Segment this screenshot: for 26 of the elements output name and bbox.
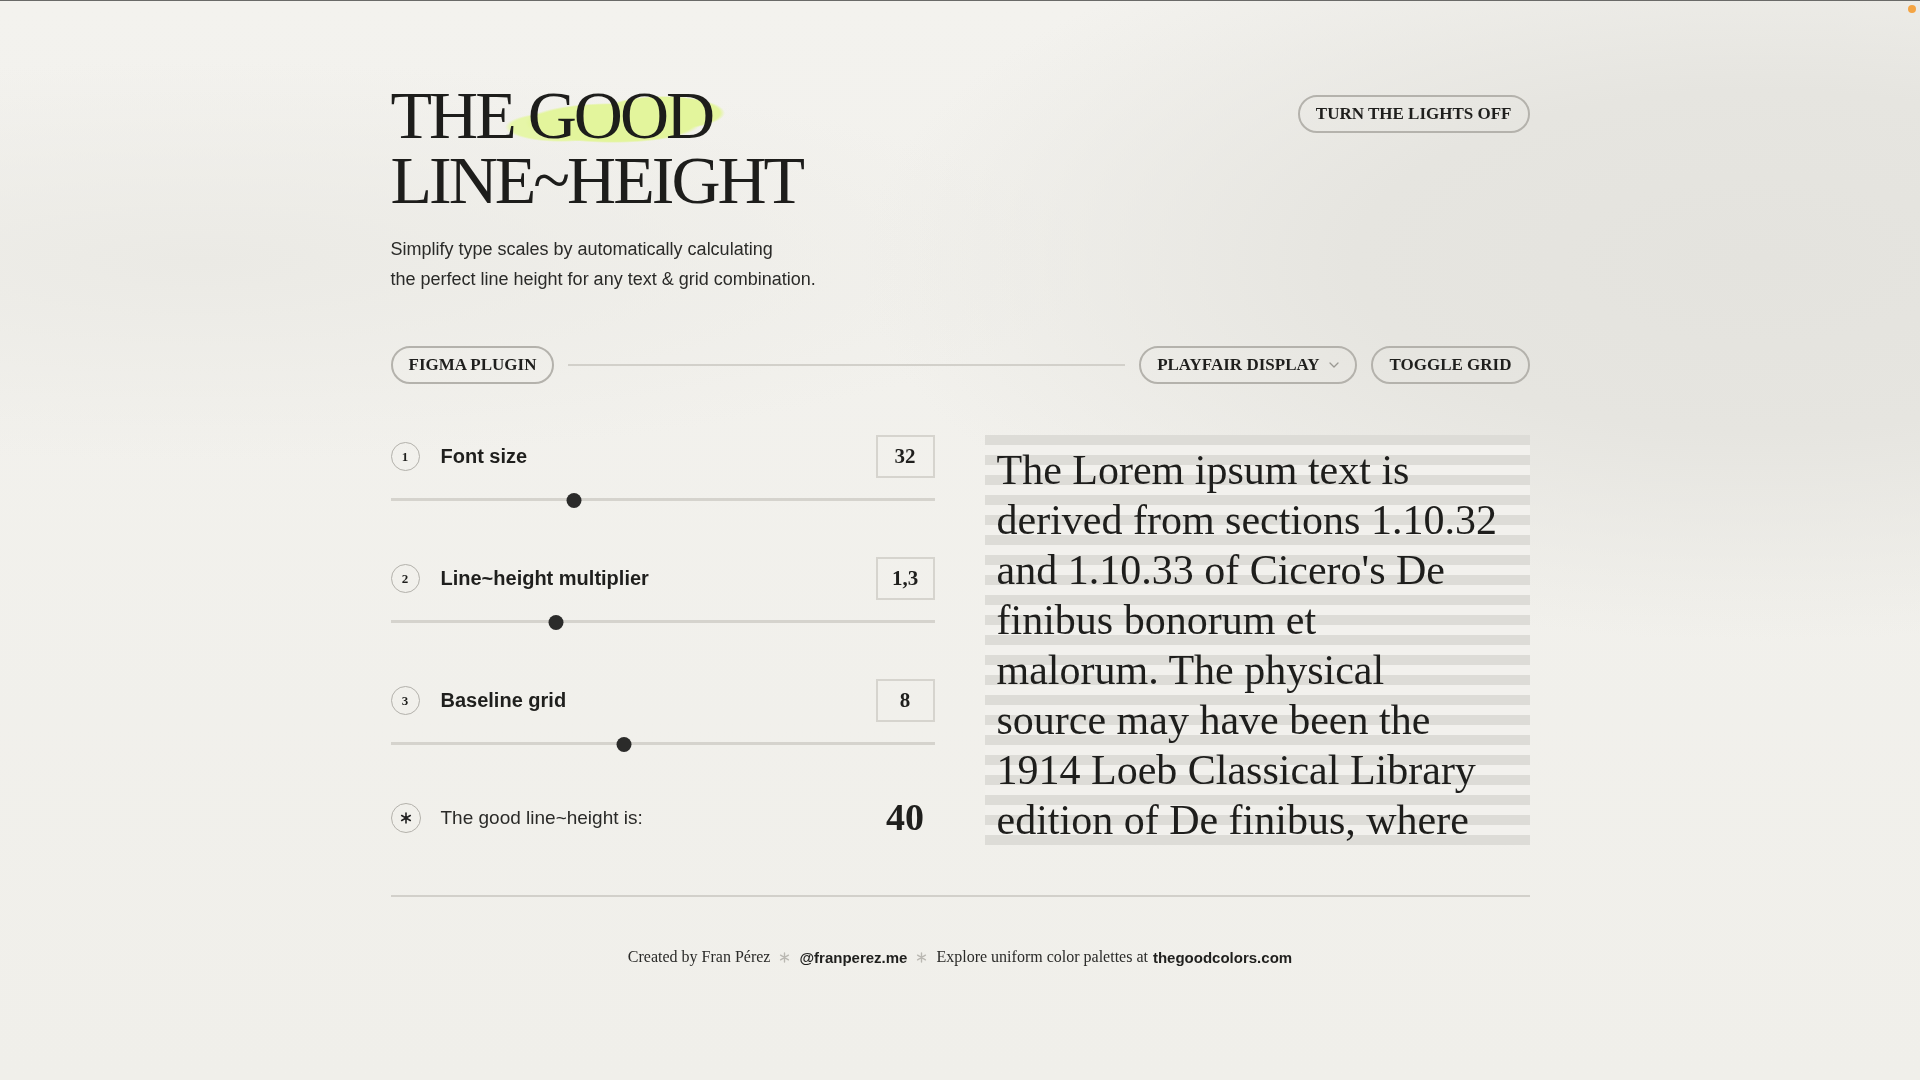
result-label: The good line~height is:: [440, 806, 643, 829]
slider-thumb[interactable]: [566, 492, 582, 508]
slider-thumb[interactable]: [616, 736, 632, 752]
control-label: Font size: [440, 445, 528, 468]
subtitle: Simplify type scales by automatically calculating the perfect line height for any text & grid combination.: [390, 238, 816, 291]
control-label: Baseline grid: [440, 689, 567, 712]
value-input[interactable]: 1,3: [875, 557, 935, 600]
figma-plugin-button[interactable]: FIGMA PLUGIN: [390, 346, 555, 384]
value-input[interactable]: 8: [875, 679, 935, 722]
footer-link[interactable]: thegoodcolors.com: [1152, 948, 1293, 966]
footer-text: Created by Fran Pérez: [627, 948, 771, 966]
lights-off-button[interactable]: TURN THE LIGHTS OFF: [1297, 95, 1530, 133]
preview-text: The Lorem ipsum text is derived from sections 1.10.32 and 1.10.33 of Cicero's De finibus bonorum et malorum. The physical source may have been the 1914 Loeb Classical Library edition of De finibus, where: [996, 446, 1497, 845]
asterisk-icon: [916, 951, 928, 963]
control-label: Line~height multiplier: [440, 567, 649, 590]
value-input[interactable]: 32: [875, 435, 935, 478]
status-dot-icon: [1908, 5, 1916, 13]
slider-thumb[interactable]: [548, 614, 564, 630]
font-dropdown[interactable]: PLAYFAIR DISPLAY: [1139, 346, 1358, 384]
footer-link[interactable]: @franperez.me: [799, 948, 908, 966]
footer-text: Explore uniform color palettes at: [936, 948, 1148, 966]
asterisk-icon: [390, 802, 421, 833]
toggle-grid-button[interactable]: TOGGLE GRID: [1371, 346, 1530, 384]
asterisk-icon: [779, 951, 791, 963]
chevron-down-icon: [1329, 362, 1340, 368]
result-value: 40: [885, 796, 925, 839]
